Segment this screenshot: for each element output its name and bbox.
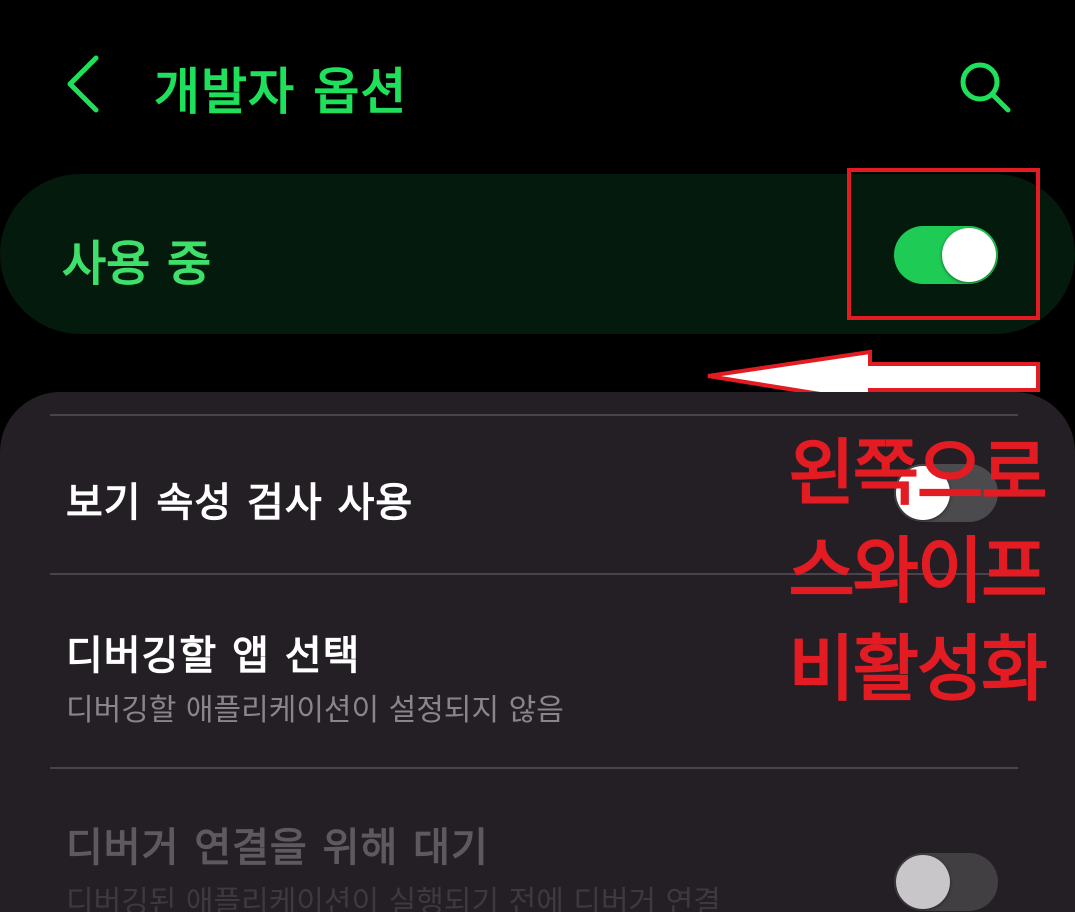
master-switch-label: 사용 중	[62, 236, 212, 292]
highlight-box	[847, 168, 1040, 320]
page-title: 개발자 옵션	[154, 63, 408, 121]
toggle-thumb	[896, 855, 950, 909]
setting-subtitle: 디버깅된 애플리케이션이 실행되기 전에 디버거 연결	[66, 885, 721, 912]
wait-for-debugger-toggle[interactable]	[894, 853, 998, 911]
setting-title: 디버깅할 앱 선택	[66, 633, 361, 679]
setting-subtitle: 디버깅할 애플리케이션이 설정되지 않음	[66, 693, 564, 728]
chevron-left-icon[interactable]	[62, 54, 110, 114]
app-bar: 개발자 옵션	[0, 0, 1075, 170]
swipe-annotation: 왼쪽으로 스와이프 비활성화	[782, 424, 1052, 718]
annotation-line: 왼쪽으로	[788, 431, 1048, 515]
setting-title: 보기 속성 검사 사용	[66, 480, 414, 526]
setting-row-wait-for-debugger[interactable]: 디버거 연결을 위해 대기 디버깅된 애플리케이션이 실행되기 전에 디버거 연…	[0, 769, 1075, 912]
setting-title: 디버거 연결을 위해 대기	[66, 825, 489, 871]
annotation-line: 비활성화	[788, 627, 1048, 711]
search-icon[interactable]	[958, 60, 1012, 114]
annotation-line: 스와이프	[788, 529, 1048, 613]
